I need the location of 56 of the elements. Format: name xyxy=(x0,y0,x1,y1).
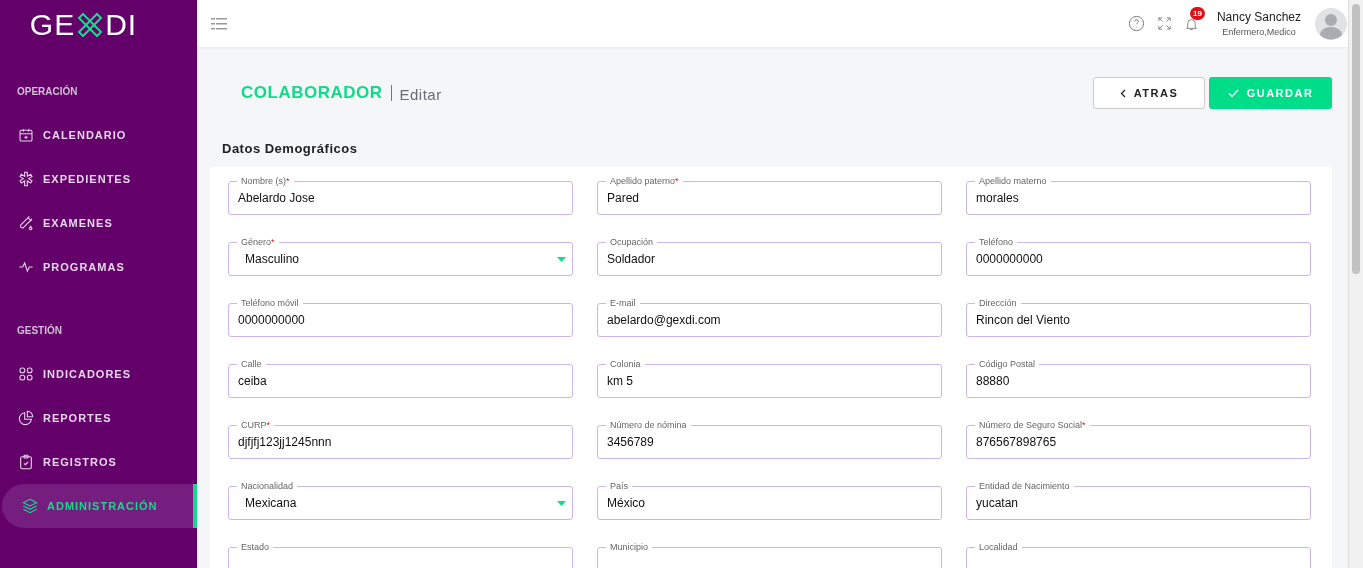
field-label: Apellido paterno* xyxy=(606,175,683,187)
field-label: Ocupación xyxy=(606,236,658,248)
page-title: COLABORADOR xyxy=(241,83,383,103)
fullscreen-icon[interactable] xyxy=(1156,16,1172,31)
sidebar-item[interactable]: REPORTES xyxy=(0,396,197,440)
chevron-left-icon xyxy=(1119,88,1126,98)
field-label: Calle xyxy=(237,358,266,370)
sidebar-item[interactable]: EXPEDIENTES xyxy=(0,157,197,201)
clipboard-icon xyxy=(18,454,34,470)
logo: GE DI xyxy=(28,7,139,43)
sidebar-item[interactable]: CALENDARIO xyxy=(0,113,197,157)
field-label: País xyxy=(606,480,632,492)
field-label: Apellido materno xyxy=(975,175,1051,187)
grid-icon xyxy=(18,366,34,382)
sidebar-section-title: OPERACIÓN xyxy=(16,86,79,97)
sidebar-item[interactable]: PROGRAMAS xyxy=(0,245,197,289)
help-icon[interactable] xyxy=(1127,15,1145,32)
tube-icon xyxy=(18,215,34,231)
scrollbar[interactable] xyxy=(1348,0,1363,568)
field-label: Teléfono xyxy=(975,236,1018,248)
field-label: Localidad xyxy=(975,541,1022,553)
sidebar-section-title: GESTIÓN xyxy=(16,325,63,336)
asterisk-icon xyxy=(18,171,34,187)
field-label: Número de nómina xyxy=(606,419,691,431)
field-label: Municipio xyxy=(606,541,653,553)
field-label: E-mail xyxy=(606,297,640,309)
field-label: Número de Seguro Social* xyxy=(975,419,1090,431)
user-name: Nancy Sanchez xyxy=(1216,10,1301,24)
field-label: Código Postal xyxy=(975,358,1040,370)
field-label: Género* xyxy=(237,236,279,248)
sidebar-item[interactable]: EXAMENES xyxy=(0,201,197,245)
field-label: Nacionalidad xyxy=(237,480,298,492)
field-label: Estado xyxy=(237,541,274,553)
caret-icon xyxy=(557,501,566,506)
menu-icon[interactable] xyxy=(211,17,227,30)
back-button[interactable]: ATRAS xyxy=(1093,77,1205,109)
field-label: Teléfono móvil xyxy=(237,297,303,309)
page-subtitle: Editar xyxy=(399,86,442,103)
section-title: Datos Demográficos xyxy=(222,141,359,156)
check-icon xyxy=(1227,88,1239,98)
field-label: Colonia xyxy=(606,358,645,370)
sidebar-item[interactable]: INDICADORES xyxy=(0,352,197,396)
field-label: Nombre (s)* xyxy=(237,175,294,187)
pie-icon xyxy=(18,410,34,426)
pulse-icon xyxy=(18,259,34,275)
sidebar-item[interactable]: ADMINISTRACIÓN xyxy=(2,484,197,528)
calendar-icon xyxy=(18,127,34,143)
sidebar-item[interactable]: REGISTROS xyxy=(0,440,197,484)
notification-badge: 19 xyxy=(1189,6,1205,20)
field-label: CURP* xyxy=(237,419,275,431)
field-label: Dirección xyxy=(975,297,1021,309)
field-label: Entidad de Nacimiento xyxy=(975,480,1074,492)
avatar-icon[interactable] xyxy=(1315,7,1347,40)
user-role: Enfermero,Medico xyxy=(1222,27,1296,37)
layers-icon xyxy=(22,498,38,514)
caret-icon xyxy=(557,257,566,262)
